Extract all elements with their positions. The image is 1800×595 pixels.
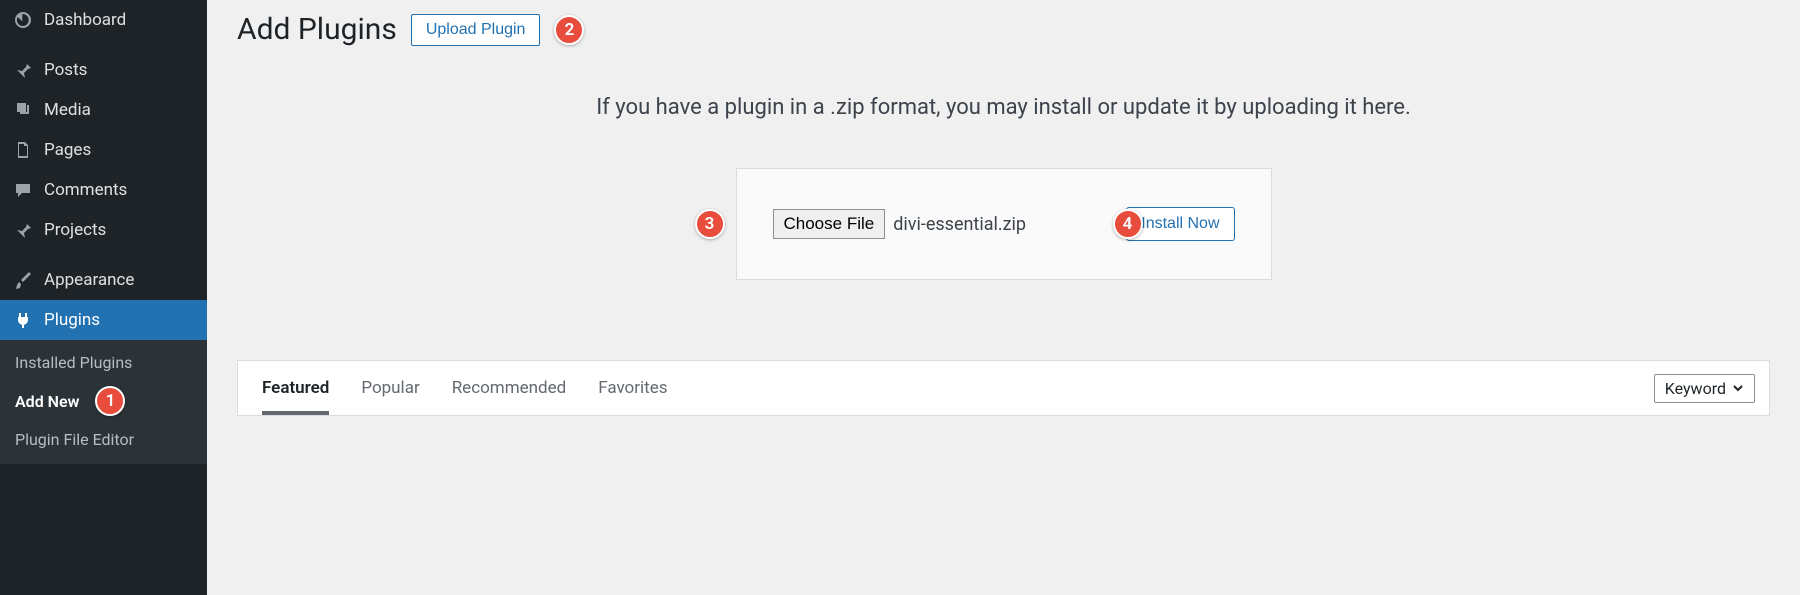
main-content: Add Plugins Upload Plugin 2 If you have … [207, 0, 1800, 595]
upload-instructions: If you have a plugin in a .zip format, y… [237, 95, 1770, 120]
upload-plugin-button[interactable]: Upload Plugin [411, 14, 541, 46]
sidebar-item-label: Comments [44, 180, 127, 200]
pin-icon [12, 59, 34, 81]
submenu-plugin-file-editor[interactable]: Plugin File Editor [0, 423, 207, 456]
step-badge-2: 2 [554, 15, 584, 45]
tab-recommended[interactable]: Recommended [452, 361, 567, 415]
admin-sidebar: Dashboard Posts Media Pages Comments Pro… [0, 0, 207, 595]
sidebar-item-dashboard[interactable]: Dashboard [0, 0, 207, 40]
comment-icon [12, 179, 34, 201]
tab-favorites[interactable]: Favorites [598, 361, 667, 415]
sidebar-item-appearance[interactable]: Appearance [0, 260, 207, 300]
step-badge-4: 4 [1113, 209, 1143, 239]
step-badge-1: 1 [95, 386, 125, 416]
sidebar-item-label: Plugins [44, 310, 100, 330]
plugins-submenu: Installed Plugins Add New 1 Plugin File … [0, 340, 207, 464]
submenu-add-new[interactable]: Add New 1 [0, 379, 207, 423]
sidebar-item-label: Posts [44, 60, 87, 80]
sidebar-item-label: Projects [44, 220, 106, 240]
sidebar-item-comments[interactable]: Comments [0, 170, 207, 210]
page-title: Add Plugins [237, 12, 397, 47]
sidebar-item-plugins[interactable]: Plugins [0, 300, 207, 340]
submenu-item-label: Plugin File Editor [15, 430, 134, 449]
dashboard-icon [12, 9, 34, 31]
tab-popular[interactable]: Popular [361, 361, 419, 415]
sidebar-item-label: Appearance [44, 270, 134, 290]
file-input-group: Choose File divi-essential.zip [773, 209, 1027, 239]
submenu-item-label: Installed Plugins [15, 353, 132, 372]
chevron-down-icon [1732, 382, 1744, 394]
submenu-installed-plugins[interactable]: Installed Plugins [0, 346, 207, 379]
pages-icon [12, 139, 34, 161]
page-header: Add Plugins Upload Plugin 2 [237, 12, 1770, 47]
sidebar-item-label: Pages [44, 140, 91, 160]
search-filter-select[interactable]: Keyword [1654, 374, 1755, 403]
chosen-file-name: divi-essential.zip [893, 214, 1026, 235]
sidebar-item-label: Dashboard [44, 10, 126, 30]
upload-box: 3 Choose File divi-essential.zip 4 Insta… [736, 168, 1272, 280]
filter-select-label: Keyword [1665, 379, 1726, 398]
sidebar-item-pages[interactable]: Pages [0, 130, 207, 170]
filter-tabs-bar: Featured Popular Recommended Favorites K… [237, 360, 1770, 416]
media-icon [12, 99, 34, 121]
choose-file-button[interactable]: Choose File [773, 209, 886, 239]
sidebar-item-media[interactable]: Media [0, 90, 207, 130]
filter-tabs: Featured Popular Recommended Favorites [262, 361, 668, 415]
brush-icon [12, 269, 34, 291]
tab-featured[interactable]: Featured [262, 361, 329, 415]
step-badge-3: 3 [695, 209, 725, 239]
submenu-item-label: Add New [15, 392, 79, 411]
plug-icon [12, 309, 34, 331]
pin-icon [12, 219, 34, 241]
sidebar-item-label: Media [44, 100, 91, 120]
sidebar-item-projects[interactable]: Projects [0, 210, 207, 250]
sidebar-item-posts[interactable]: Posts [0, 50, 207, 90]
